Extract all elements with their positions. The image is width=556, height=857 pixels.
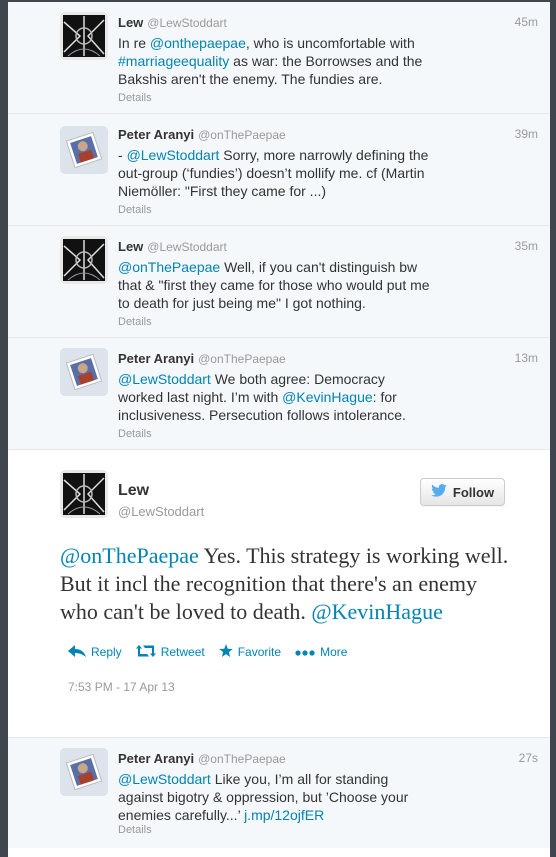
retweet-button[interactable]: Retweet: [135, 644, 205, 660]
tweet-header: Peter Aranyi @onThePaepae 27s: [118, 750, 538, 768]
author-name[interactable]: Peter Aranyi: [118, 751, 194, 766]
author-handle[interactable]: @onThePaepae: [198, 128, 286, 142]
tweet-time[interactable]: 27s: [519, 751, 538, 765]
retweet-label: Retweet: [160, 645, 205, 659]
reply-icon: [68, 644, 86, 660]
tweet-header: Lew @LewStoddart 35m: [118, 238, 538, 256]
tweet-text: @onThePaepae Well, if you can't distingu…: [118, 258, 433, 312]
tweet-actions: Reply Retweet Favorite More: [68, 644, 347, 660]
tweet-link[interactable]: @LewStoddart: [127, 147, 220, 163]
details-link[interactable]: Details: [118, 204, 152, 216]
twitter-bird-icon: [431, 484, 447, 500]
author-name[interactable]: Lew: [118, 239, 143, 254]
lew-avatar[interactable]: [60, 12, 108, 60]
author-handle[interactable]: @LewStoddart: [118, 504, 204, 519]
favorite-label: Favorite: [237, 645, 282, 659]
follow-button[interactable]: Follow: [420, 478, 505, 506]
peter-avatar[interactable]: [60, 348, 108, 396]
author-name[interactable]: Lew: [118, 482, 149, 500]
peter-avatar[interactable]: [60, 126, 108, 174]
expanded-tweet: Lew @LewStoddart Follow @onThePaepae Yes…: [8, 450, 550, 738]
reply-button[interactable]: Reply: [68, 644, 122, 660]
tweet-text: - @LewStoddart Sorry, more narrowly defi…: [118, 146, 433, 200]
tweet-link[interactable]: @onThePaepae: [118, 259, 220, 275]
tweet-time[interactable]: 35m: [515, 239, 538, 253]
tweet-text: @LewStoddart We both agree: Democracy wo…: [118, 370, 433, 424]
retweet-icon: [135, 644, 156, 660]
tweet-link[interactable]: @onthepaepae: [150, 35, 246, 51]
tweet-header: Lew @LewStoddart 45m: [118, 14, 538, 32]
lew-avatar[interactable]: [60, 236, 108, 284]
author-handle[interactable]: @onThePaepae: [198, 352, 286, 366]
tweet-text: @onThePaepae Yes. This strategy is worki…: [60, 542, 520, 626]
tweet-stream: Lew @LewStoddart 45m In re @onthepaepae, …: [8, 2, 550, 857]
follow-label: Follow: [452, 484, 495, 500]
more-label: More: [320, 645, 348, 659]
tweet-time[interactable]: 45m: [515, 15, 538, 29]
details-link[interactable]: Details: [118, 92, 152, 104]
tweet[interactable]: Peter Aranyi @onThePaepae 27s @LewStoddar…: [8, 738, 550, 848]
author-name[interactable]: Peter Aranyi: [118, 127, 194, 142]
tweet-link[interactable]: j.mp/12ojfER: [244, 807, 324, 823]
tweet-time[interactable]: 13m: [515, 351, 538, 365]
author-name[interactable]: Lew: [118, 15, 143, 30]
tweet[interactable]: Lew @LewStoddart 45m In re @onthepaepae, …: [8, 2, 550, 114]
details-link[interactable]: Details: [118, 428, 152, 440]
tweet-link[interactable]: @LewStoddart: [118, 371, 211, 387]
tweet-link[interactable]: @KevinHague: [282, 389, 373, 405]
tweet-link[interactable]: @KevinHague: [311, 599, 442, 624]
author-handle[interactable]: @LewStoddart: [147, 240, 227, 254]
tweet-text-run: -: [118, 147, 127, 163]
lew-avatar[interactable]: [60, 470, 108, 518]
author-name[interactable]: Peter Aranyi: [118, 351, 194, 366]
star-icon: [218, 644, 233, 660]
tweet-header: Peter Aranyi @onThePaepae 39m: [118, 126, 538, 144]
tweet-time[interactable]: 39m: [515, 127, 538, 141]
tweet-header: Peter Aranyi @onThePaepae 13m: [118, 350, 538, 368]
details-link[interactable]: Details: [118, 824, 152, 836]
tweet[interactable]: Peter Aranyi @onThePaepae 13m @LewStoddar…: [8, 338, 550, 450]
tweet[interactable]: Peter Aranyi @onThePaepae 39m - @LewStodd…: [8, 114, 550, 226]
tweet-link[interactable]: #marriageequality: [118, 53, 229, 69]
reply-label: Reply: [91, 645, 122, 659]
tweet-link[interactable]: @onThePaepae: [60, 543, 199, 568]
tweet-text: @LewStoddart Like you, I’m all for stand…: [118, 770, 433, 824]
tweet-text: In re @onthepaepae, who is uncomfortable…: [118, 34, 433, 88]
more-dots-icon: [295, 645, 315, 659]
tweet-link[interactable]: @LewStoddart: [118, 771, 211, 787]
peter-avatar[interactable]: [60, 748, 108, 796]
tweet[interactable]: Lew @LewStoddart 35m @onThePaepae Well, i…: [8, 226, 550, 338]
favorite-button[interactable]: Favorite: [218, 644, 282, 660]
author-handle[interactable]: @onThePaepae: [198, 752, 286, 766]
details-link[interactable]: Details: [118, 316, 152, 328]
more-button[interactable]: More: [295, 644, 347, 660]
author-handle[interactable]: @LewStoddart: [147, 16, 227, 30]
tweet-text-run: In re: [118, 35, 150, 51]
tweet-timestamp[interactable]: 7:53 PM - 17 Apr 13: [68, 680, 175, 694]
tweet-text-run: , who is uncomfortable with: [245, 35, 415, 51]
